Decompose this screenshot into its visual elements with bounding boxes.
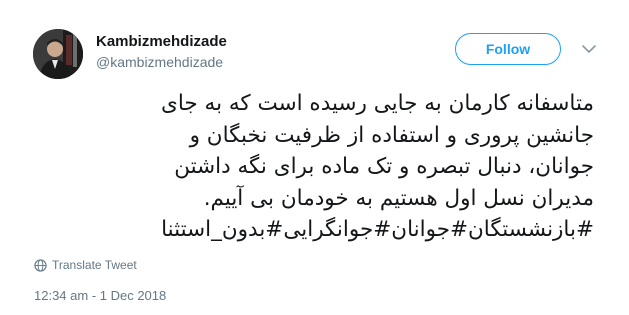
globe-icon bbox=[34, 258, 47, 272]
tweet-line: متاسفانه کارمان به جایی رسیده است که به … bbox=[161, 91, 594, 116]
tweet-card: Kambizmehdizade @kambizmehdizade Follow … bbox=[0, 0, 629, 315]
follow-button[interactable]: Follow bbox=[455, 33, 561, 65]
chevron-down-icon[interactable] bbox=[581, 41, 597, 57]
tweet-text: متاسفانه کارمان به جایی رسیده است که به … bbox=[34, 88, 594, 246]
username[interactable]: @kambizmehdizade bbox=[96, 54, 223, 70]
translate-label: Translate Tweet bbox=[52, 258, 137, 272]
translate-tweet-link[interactable]: Translate Tweet bbox=[34, 258, 137, 272]
profile-photo-icon bbox=[33, 29, 83, 79]
tweet-hashtags[interactable]: #بازنشستگان#جوانان#جوانگرایی#بدون_استثنا bbox=[34, 214, 594, 246]
timestamp[interactable]: 12:34 am - 1 Dec 2018 bbox=[34, 288, 166, 303]
avatar[interactable] bbox=[33, 29, 83, 79]
tweet-line: جوانان، دنبال تبصره و تک ماده برای نگه د… bbox=[174, 154, 594, 179]
tweet-line: مدیران نسل اول هستیم به خودمان بی آییم. bbox=[203, 185, 594, 211]
tweet-line: جانشین پروری و استفاده از ظرفیت نخبگان و bbox=[189, 122, 594, 148]
display-name[interactable]: Kambizmehdizade bbox=[96, 33, 227, 50]
